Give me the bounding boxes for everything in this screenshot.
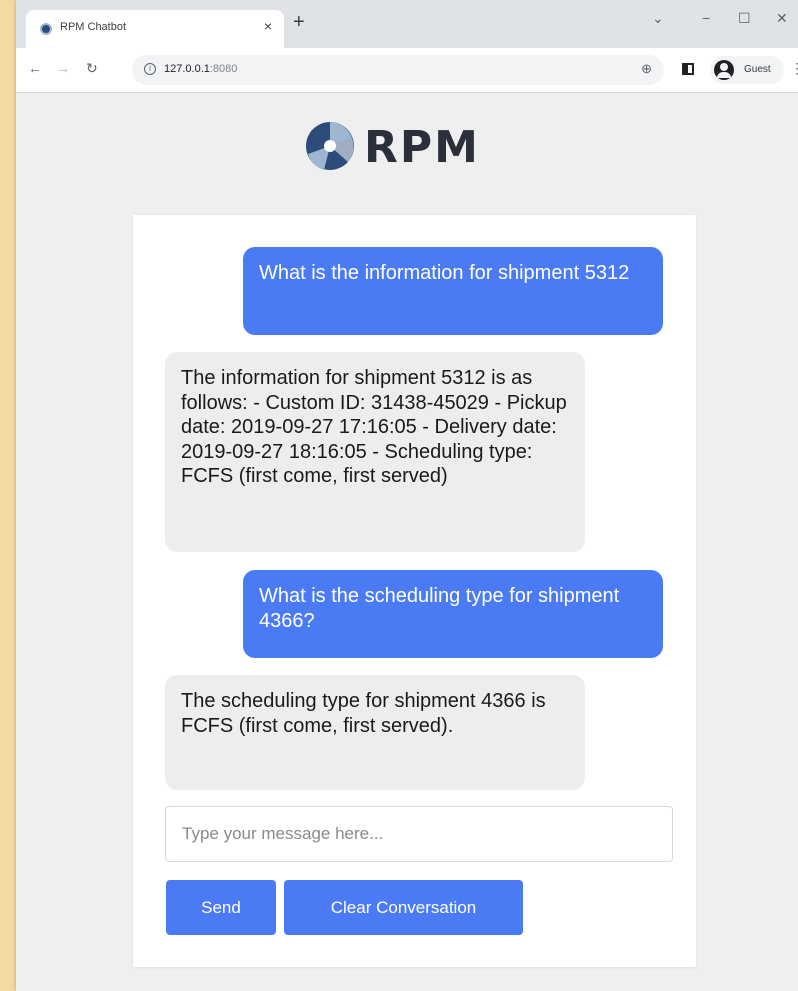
side-panel-icon[interactable] [682, 63, 694, 75]
user-message: What is the information for shipment 531… [243, 247, 663, 335]
rpm-logo: RPM [304, 120, 544, 180]
reload-button[interactable]: ↻ [86, 60, 98, 77]
favicon-icon [40, 23, 52, 35]
profile-button[interactable]: Guest [710, 56, 784, 84]
profile-label: Guest [744, 64, 771, 75]
back-button[interactable]: ← [28, 60, 42, 76]
tab-title: RPM Chatbot [60, 21, 127, 33]
guest-avatar-icon [714, 60, 734, 80]
browser-toolbar: ← → ↻ i 127.0.0.1:8080 ⊕ [16, 48, 798, 93]
bot-message: The information for shipment 5312 is as … [165, 352, 585, 552]
send-button[interactable]: Send [166, 880, 276, 935]
logo-mark-icon [306, 122, 354, 170]
message-input[interactable] [165, 806, 673, 862]
logo-text: RPM [364, 122, 480, 173]
tab-strip: RPM Chatbot × + ⌄ − ☐ ✕ [16, 0, 798, 48]
browser-window: RPM Chatbot × + ⌄ − ☐ ✕ ← → ↻ i 127.0.0.… [16, 0, 798, 991]
new-tab-button[interactable]: + [293, 12, 305, 32]
forward-button[interactable]: → [56, 60, 70, 76]
close-tab-icon[interactable]: × [264, 18, 272, 34]
url-text: 127.0.0.1:8080 [164, 63, 238, 75]
browser-menu-icon[interactable]: ⋮ [790, 60, 798, 77]
minimize-button[interactable]: − [702, 10, 710, 26]
address-bar[interactable]: i 127.0.0.1:8080 ⊕ [132, 55, 664, 85]
maximize-button[interactable]: ☐ [738, 10, 751, 27]
bot-message: The scheduling type for shipment 4366 is… [165, 675, 585, 790]
tab-rpm-chatbot[interactable]: RPM Chatbot × [26, 10, 284, 48]
tab-search-icon[interactable]: ⌄ [652, 10, 664, 27]
close-window-button[interactable]: ✕ [776, 10, 788, 27]
zoom-icon[interactable]: ⊕ [641, 61, 652, 77]
chat-panel: What is the information for shipment 531… [133, 215, 696, 967]
user-message: What is the scheduling type for shipment… [243, 570, 663, 658]
site-info-icon[interactable]: i [144, 63, 156, 75]
clear-conversation-button[interactable]: Clear Conversation [284, 880, 523, 935]
